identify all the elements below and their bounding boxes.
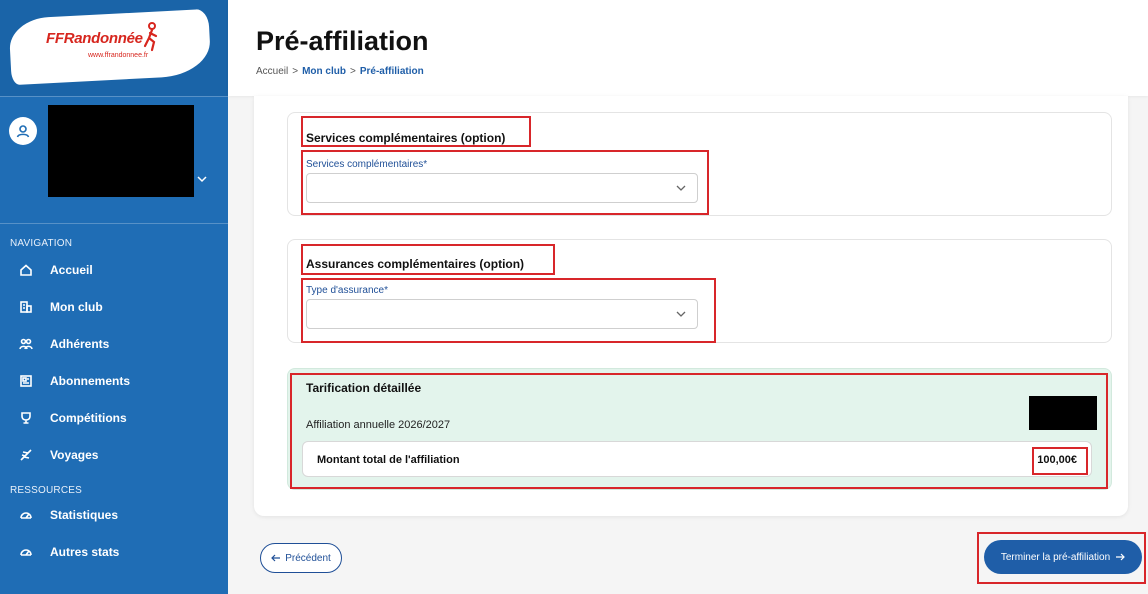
sidebar-item-label: Autres stats	[50, 544, 120, 559]
logo-brush	[8, 8, 212, 86]
plane-icon	[18, 447, 34, 463]
users-icon	[18, 336, 34, 352]
sidebar-item-label: Abonnements	[50, 373, 131, 388]
services-title: Services complémentaires (option)	[306, 131, 506, 145]
finish-button-label: Terminer la pré-affiliation	[1000, 551, 1111, 563]
sidebar-item-accueil[interactable]: Accueil	[0, 251, 228, 288]
services-select[interactable]	[306, 173, 698, 203]
assurances-section: Assurances complémentaires (option) Type…	[287, 239, 1112, 343]
gauge-icon	[18, 507, 34, 523]
affiliation-row-label: Affiliation annuelle 2026/2027	[306, 419, 451, 431]
arrow-right-icon	[1116, 553, 1126, 561]
sidebar-item-voyages[interactable]: Voyages	[0, 436, 228, 473]
sidebar-item-label: Voyages	[50, 447, 99, 462]
tarification-section: Tarification détaillée Affiliation annue…	[287, 368, 1112, 490]
previous-button[interactable]: Précédent	[260, 543, 342, 573]
trophy-icon	[18, 410, 34, 426]
user-menu[interactable]	[0, 96, 228, 224]
previous-button-label: Précédent	[285, 552, 331, 564]
sidebar: FFRandonnée www.ffrandonnee.fr NAVIGATIO…	[0, 0, 228, 594]
total-label: Montant total de l'affiliation	[317, 454, 460, 466]
chevron-down-icon[interactable]	[197, 173, 207, 187]
breadcrumb-current: Pré-affiliation	[359, 66, 424, 77]
breadcrumb-separator: >	[349, 66, 356, 77]
logo-url: www.ffrandonnee.fr	[88, 52, 149, 59]
sidebar-item-mon-club[interactable]: Mon club	[0, 288, 228, 325]
breadcrumb: Accueil > Mon club > Pré-affiliation	[256, 66, 424, 77]
gauge-icon	[18, 544, 34, 560]
sidebar-item-label: Statistiques	[50, 507, 119, 522]
breadcrumb-accueil[interactable]: Accueil	[256, 66, 288, 77]
sidebar-item-abonnements[interactable]: Abonnements	[0, 362, 228, 399]
main-card: Services complémentaires (option) Servic…	[254, 96, 1128, 516]
redacted-price	[1029, 396, 1097, 430]
home-icon	[18, 262, 34, 278]
sidebar-item-statistiques[interactable]: Statistiques	[0, 496, 228, 533]
sidebar-item-label: Adhérents	[50, 336, 110, 351]
arrow-left-icon	[271, 554, 281, 562]
building-icon	[18, 299, 34, 315]
redacted-user-info	[48, 105, 194, 197]
sidebar-item-competitions[interactable]: Compétitions	[0, 399, 228, 436]
logo-area: FFRandonnée www.ffrandonnee.fr	[0, 0, 228, 96]
sidebar-item-label: Mon club	[50, 299, 103, 314]
logo-text: FFRandonnée	[46, 30, 143, 47]
total-row: Montant total de l'affiliation 100,00€	[302, 441, 1092, 477]
services-field-label: Services complémentaires*	[306, 159, 428, 170]
chevron-down-icon	[676, 311, 686, 317]
sidebar-item-autres-stats[interactable]: Autres stats	[0, 533, 228, 570]
nav-section-label: NAVIGATION	[10, 238, 73, 249]
breadcrumb-mon-club[interactable]: Mon club	[302, 66, 346, 77]
user-avatar-icon	[9, 117, 37, 145]
assurances-title: Assurances complémentaires (option)	[306, 257, 525, 271]
page-header: Pré-affiliation Accueil > Mon club > Pré…	[228, 0, 1148, 96]
sidebar-item-label: Compétitions	[50, 410, 127, 425]
sidebar-item-adherents[interactable]: Adhérents	[0, 325, 228, 362]
assurance-type-select[interactable]	[306, 299, 698, 329]
sidebar-item-label: Accueil	[50, 262, 93, 277]
total-value: 100,00€	[1037, 454, 1077, 466]
hiker-logo-icon	[143, 22, 158, 52]
chevron-down-icon	[676, 185, 686, 191]
breadcrumb-separator: >	[292, 66, 299, 77]
services-section: Services complémentaires (option) Servic…	[287, 112, 1112, 216]
page-title: Pré-affiliation	[256, 26, 429, 56]
tarification-title: Tarification détaillée	[306, 381, 422, 395]
resources-section-label: RESSOURCES	[10, 485, 83, 496]
newspaper-icon	[18, 373, 34, 389]
finish-preaffiliation-button[interactable]: Terminer la pré-affiliation	[984, 540, 1142, 574]
assurance-type-label: Type d'assurance*	[306, 285, 388, 296]
